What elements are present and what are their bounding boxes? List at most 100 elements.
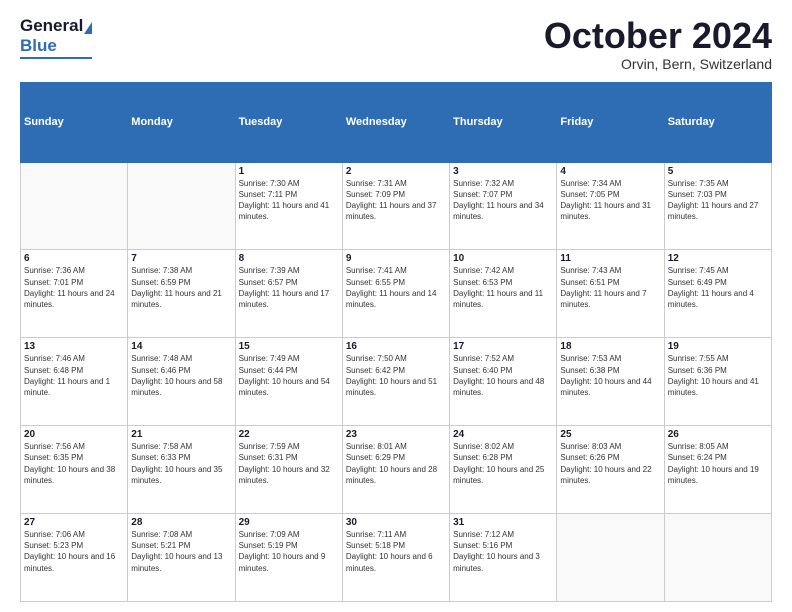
day-info: Sunrise: 7:30 AMSunset: 7:11 PMDaylight:… [239,178,339,223]
logo-blue-text: Blue [20,36,57,56]
week-row-5: 27Sunrise: 7:06 AMSunset: 5:23 PMDayligh… [21,514,772,602]
day-cell: 22Sunrise: 7:59 AMSunset: 6:31 PMDayligh… [235,426,342,514]
day-cell: 25Sunrise: 8:03 AMSunset: 6:26 PMDayligh… [557,426,664,514]
day-cell: 1Sunrise: 7:30 AMSunset: 7:11 PMDaylight… [235,162,342,250]
day-number: 29 [239,517,339,528]
day-number: 15 [239,341,339,352]
day-number: 20 [24,429,124,440]
day-number: 9 [346,253,446,264]
day-info: Sunrise: 7:35 AMSunset: 7:03 PMDaylight:… [668,178,768,223]
week-row-3: 13Sunrise: 7:46 AMSunset: 6:48 PMDayligh… [21,338,772,426]
day-info: Sunrise: 7:43 AMSunset: 6:51 PMDaylight:… [560,265,660,310]
day-number: 30 [346,517,446,528]
day-cell: 19Sunrise: 7:55 AMSunset: 6:36 PMDayligh… [664,338,771,426]
day-cell: 8Sunrise: 7:39 AMSunset: 6:57 PMDaylight… [235,250,342,338]
day-cell: 28Sunrise: 7:08 AMSunset: 5:21 PMDayligh… [128,514,235,602]
day-cell: 14Sunrise: 7:48 AMSunset: 6:46 PMDayligh… [128,338,235,426]
day-cell: 31Sunrise: 7:12 AMSunset: 5:16 PMDayligh… [450,514,557,602]
day-number: 11 [560,253,660,264]
day-info: Sunrise: 7:36 AMSunset: 7:01 PMDaylight:… [24,265,124,310]
day-cell: 30Sunrise: 7:11 AMSunset: 5:18 PMDayligh… [342,514,449,602]
day-number: 1 [239,166,339,177]
day-cell: 2Sunrise: 7:31 AMSunset: 7:09 PMDaylight… [342,162,449,250]
day-info: Sunrise: 7:11 AMSunset: 5:18 PMDaylight:… [346,529,446,574]
day-number: 18 [560,341,660,352]
day-info: Sunrise: 7:41 AMSunset: 6:55 PMDaylight:… [346,265,446,310]
day-info: Sunrise: 8:01 AMSunset: 6:29 PMDaylight:… [346,441,446,486]
weekday-header-row: Sunday Monday Tuesday Wednesday Thursday… [21,82,772,162]
day-info: Sunrise: 7:31 AMSunset: 7:09 PMDaylight:… [346,178,446,223]
day-cell: 23Sunrise: 8:01 AMSunset: 6:29 PMDayligh… [342,426,449,514]
day-info: Sunrise: 7:06 AMSunset: 5:23 PMDaylight:… [24,529,124,574]
header: General Blue October 2024 Orvin, Bern, S… [20,16,772,72]
day-info: Sunrise: 7:59 AMSunset: 6:31 PMDaylight:… [239,441,339,486]
title-area: October 2024 Orvin, Bern, Switzerland [544,16,772,72]
day-info: Sunrise: 7:50 AMSunset: 6:42 PMDaylight:… [346,353,446,398]
day-cell: 12Sunrise: 7:45 AMSunset: 6:49 PMDayligh… [664,250,771,338]
day-info: Sunrise: 7:49 AMSunset: 6:44 PMDaylight:… [239,353,339,398]
day-info: Sunrise: 7:55 AMSunset: 6:36 PMDaylight:… [668,353,768,398]
day-cell [664,514,771,602]
day-info: Sunrise: 7:12 AMSunset: 5:16 PMDaylight:… [453,529,553,574]
day-cell: 27Sunrise: 7:06 AMSunset: 5:23 PMDayligh… [21,514,128,602]
day-number: 4 [560,166,660,177]
day-cell: 9Sunrise: 7:41 AMSunset: 6:55 PMDaylight… [342,250,449,338]
day-number: 7 [131,253,231,264]
day-number: 14 [131,341,231,352]
day-number: 23 [346,429,446,440]
day-cell: 24Sunrise: 8:02 AMSunset: 6:28 PMDayligh… [450,426,557,514]
day-cell: 6Sunrise: 7:36 AMSunset: 7:01 PMDaylight… [21,250,128,338]
day-cell: 15Sunrise: 7:49 AMSunset: 6:44 PMDayligh… [235,338,342,426]
day-cell: 17Sunrise: 7:52 AMSunset: 6:40 PMDayligh… [450,338,557,426]
day-cell: 3Sunrise: 7:32 AMSunset: 7:07 PMDaylight… [450,162,557,250]
logo-triangle-icon [84,22,92,34]
day-cell: 21Sunrise: 7:58 AMSunset: 6:33 PMDayligh… [128,426,235,514]
day-info: Sunrise: 7:42 AMSunset: 6:53 PMDaylight:… [453,265,553,310]
day-cell: 29Sunrise: 7:09 AMSunset: 5:19 PMDayligh… [235,514,342,602]
day-number: 12 [668,253,768,264]
month-title: October 2024 [544,16,772,56]
day-number: 6 [24,253,124,264]
day-cell: 20Sunrise: 7:56 AMSunset: 6:35 PMDayligh… [21,426,128,514]
day-info: Sunrise: 7:56 AMSunset: 6:35 PMDaylight:… [24,441,124,486]
logo-name-row: General [20,16,92,36]
day-number: 5 [668,166,768,177]
week-row-1: 1Sunrise: 7:30 AMSunset: 7:11 PMDaylight… [21,162,772,250]
day-info: Sunrise: 8:03 AMSunset: 6:26 PMDaylight:… [560,441,660,486]
day-info: Sunrise: 7:38 AMSunset: 6:59 PMDaylight:… [131,265,231,310]
day-info: Sunrise: 7:34 AMSunset: 7:05 PMDaylight:… [560,178,660,223]
page: General Blue October 2024 Orvin, Bern, S… [0,0,792,612]
day-number: 17 [453,341,553,352]
day-number: 19 [668,341,768,352]
day-cell: 7Sunrise: 7:38 AMSunset: 6:59 PMDaylight… [128,250,235,338]
day-info: Sunrise: 7:58 AMSunset: 6:33 PMDaylight:… [131,441,231,486]
day-info: Sunrise: 7:48 AMSunset: 6:46 PMDaylight:… [131,353,231,398]
header-wednesday: Wednesday [342,82,449,162]
day-info: Sunrise: 7:08 AMSunset: 5:21 PMDaylight:… [131,529,231,574]
logo-blue-row: Blue [20,36,92,56]
header-tuesday: Tuesday [235,82,342,162]
subtitle: Orvin, Bern, Switzerland [544,56,772,72]
day-cell: 4Sunrise: 7:34 AMSunset: 7:05 PMDaylight… [557,162,664,250]
day-cell: 11Sunrise: 7:43 AMSunset: 6:51 PMDayligh… [557,250,664,338]
day-cell: 26Sunrise: 8:05 AMSunset: 6:24 PMDayligh… [664,426,771,514]
logo-general-text: General [20,16,83,36]
day-number: 22 [239,429,339,440]
day-cell: 18Sunrise: 7:53 AMSunset: 6:38 PMDayligh… [557,338,664,426]
week-row-2: 6Sunrise: 7:36 AMSunset: 7:01 PMDaylight… [21,250,772,338]
day-number: 21 [131,429,231,440]
day-number: 31 [453,517,553,528]
day-info: Sunrise: 7:45 AMSunset: 6:49 PMDaylight:… [668,265,768,310]
calendar-table: Sunday Monday Tuesday Wednesday Thursday… [20,82,772,602]
day-cell: 13Sunrise: 7:46 AMSunset: 6:48 PMDayligh… [21,338,128,426]
day-cell: 5Sunrise: 7:35 AMSunset: 7:03 PMDaylight… [664,162,771,250]
day-number: 2 [346,166,446,177]
day-info: Sunrise: 7:09 AMSunset: 5:19 PMDaylight:… [239,529,339,574]
day-cell [21,162,128,250]
day-number: 25 [560,429,660,440]
day-number: 26 [668,429,768,440]
day-info: Sunrise: 7:32 AMSunset: 7:07 PMDaylight:… [453,178,553,223]
day-info: Sunrise: 7:53 AMSunset: 6:38 PMDaylight:… [560,353,660,398]
header-friday: Friday [557,82,664,162]
header-thursday: Thursday [450,82,557,162]
